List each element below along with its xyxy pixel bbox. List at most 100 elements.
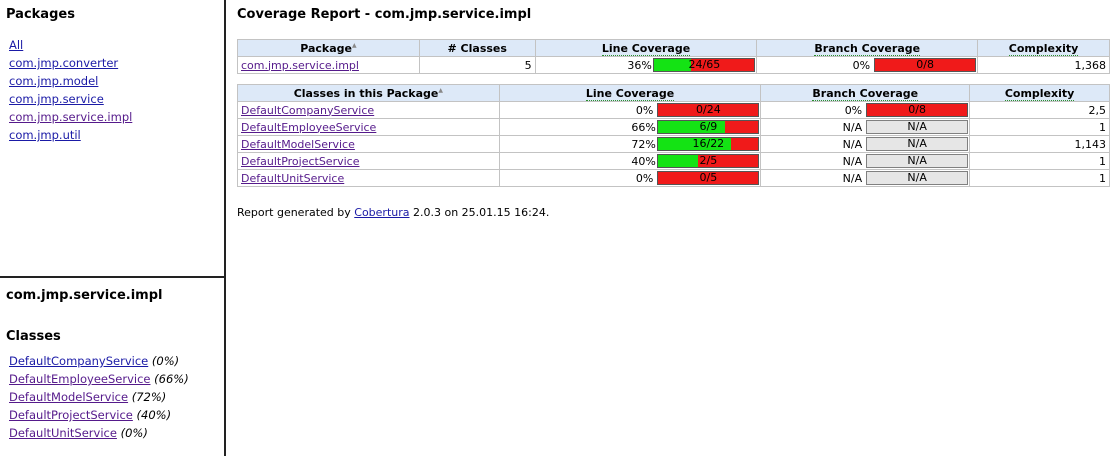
packages-title: Packages (6, 7, 75, 22)
table-row: DefaultCompanyService 0% 0/24 0% 0/8 2,5 (237, 101, 1110, 119)
class-coverage-pct: (66%) (154, 372, 189, 386)
package-link-service[interactable]: com.jmp.service (9, 90, 224, 108)
header-label: Classes in this Package (293, 86, 439, 100)
classes-title: Classes (6, 329, 61, 344)
packages-frame: Packages All com.jmp.converter com.jmp.m… (0, 0, 226, 276)
branch-coverage-cell: N/A N/A (760, 152, 971, 170)
col-header-branch-coverage[interactable]: Branch Coverage (756, 39, 979, 57)
class-link[interactable]: DefaultCompanyService (241, 104, 374, 117)
coverage-label: 24/65 (688, 58, 721, 71)
footer-suffix: 2.0.3 on 25.01.15 16:24. (409, 206, 550, 219)
table-row: DefaultProjectService 40% 2/5 N/A N/A 1 (237, 152, 1110, 170)
col-header-package[interactable]: Package▲ (237, 39, 420, 57)
coverage-label: 0/8 (908, 103, 926, 116)
cobertura-link[interactable]: Cobertura (354, 206, 409, 219)
package-link-model[interactable]: com.jmp.model (9, 72, 224, 90)
package-link[interactable]: com.jmp.service.impl (241, 59, 359, 72)
class-list-item: DefaultModelService (72%) (9, 388, 224, 406)
line-coverage-bar: 0/24 (657, 103, 760, 117)
table-row: DefaultModelService 72% 16/22 N/A N/A 1,143 (237, 135, 1110, 153)
line-coverage-pct: 72% (631, 137, 656, 151)
footer-prefix: Report generated by (237, 206, 355, 219)
branch-coverage-bar: 0/8 (874, 58, 977, 72)
line-coverage-cell: 72% 16/22 (498, 135, 762, 153)
package-link-converter[interactable]: com.jmp.converter (9, 54, 224, 72)
col-header-complexity[interactable]: Complexity (977, 39, 1110, 57)
col-header-classes[interactable]: # Classes (418, 39, 536, 57)
line-coverage-bar: 16/22 (657, 137, 760, 151)
class-link[interactable]: DefaultCompanyService (9, 354, 148, 368)
package-list: All com.jmp.converter com.jmp.model com.… (9, 36, 224, 144)
branch-coverage-bar: N/A (866, 171, 969, 185)
complexity-value: 1 (969, 152, 1110, 170)
branch-coverage-bar: N/A (866, 120, 969, 134)
classes-count: 5 (418, 56, 536, 74)
class-list-item: DefaultProjectService (40%) (9, 406, 224, 424)
col-header-complexity[interactable]: Complexity (969, 84, 1110, 102)
line-coverage-bar: 24/65 (653, 58, 756, 72)
branch-coverage-bar: 0/8 (866, 103, 969, 117)
class-link[interactable]: DefaultEmployeeService (9, 372, 150, 386)
package-link-service-impl[interactable]: com.jmp.service.impl (9, 108, 224, 126)
line-coverage-bar: 0/5 (657, 171, 760, 185)
complexity-value: 1,143 (969, 135, 1110, 153)
coverage-label: 6/9 (699, 120, 718, 133)
package-link-all[interactable]: All (9, 36, 224, 54)
branch-coverage-pct: N/A (842, 171, 863, 185)
sort-indicator-icon: ▲ (352, 41, 357, 49)
class-coverage-pct: (0%) (151, 354, 180, 368)
class-link[interactable]: DefaultEmployeeService (241, 121, 376, 134)
class-list-item: DefaultCompanyService (0%) (9, 352, 224, 370)
line-coverage-pct: 0% (635, 103, 654, 117)
class-link[interactable]: DefaultModelService (241, 138, 355, 151)
package-name-cell: com.jmp.service.impl (237, 56, 420, 74)
line-coverage-bar: 2/5 (657, 154, 760, 168)
coverage-label: N/A (907, 171, 927, 184)
branch-coverage-pct: N/A (842, 154, 863, 168)
branch-coverage-cell: 0% 0/8 (756, 56, 979, 74)
branch-coverage-pct: 0% (852, 58, 871, 72)
line-coverage-pct: 0% (635, 171, 654, 185)
col-header-line-coverage[interactable]: Line Coverage (498, 84, 762, 102)
package-link-util[interactable]: com.jmp.util (9, 126, 224, 144)
table-header-row: Package▲ # Classes Line Coverage Branch … (237, 39, 1110, 57)
branch-coverage-pct: N/A (842, 120, 863, 134)
table-header-row: Classes in this Package▲ Line Coverage B… (237, 84, 1110, 102)
line-coverage-cell: 36% 24/65 (534, 56, 758, 74)
classes-package-title: com.jmp.service.impl (6, 288, 163, 303)
branch-coverage-pct: 0% (844, 103, 863, 117)
branch-coverage-pct: N/A (842, 137, 863, 151)
class-coverage-pct: (0%) (120, 426, 148, 440)
coverage-label: 0/8 (916, 58, 934, 71)
class-link[interactable]: DefaultUnitService (241, 172, 344, 185)
col-header-classes-in-package[interactable]: Classes in this Package▲ (237, 84, 500, 102)
class-link[interactable]: DefaultModelService (9, 390, 128, 404)
coverage-label: N/A (907, 154, 927, 167)
line-coverage-cell: 66% 6/9 (498, 118, 762, 136)
line-coverage-pct: 36% (627, 58, 652, 72)
sort-indicator-icon: ▲ (438, 86, 443, 94)
coverage-label: 2/5 (699, 154, 718, 167)
complexity-value: 1,368 (977, 56, 1110, 74)
complexity-value: 1 (969, 169, 1110, 187)
line-coverage-cell: 0% 0/24 (498, 101, 762, 119)
class-name-cell: DefaultProjectService (237, 152, 500, 170)
main-frame: Coverage Report - com.jmp.service.impl P… (230, 0, 1113, 456)
class-coverage-pct: (72%) (131, 390, 167, 404)
branch-coverage-bar: N/A (866, 154, 969, 168)
table-row: com.jmp.service.impl 5 36% 24/65 0% 0/8 … (237, 56, 1110, 74)
complexity-value: 1 (969, 118, 1110, 136)
coverage-label: 0/24 (695, 103, 721, 116)
coverage-label: N/A (907, 137, 927, 150)
class-link[interactable]: DefaultProjectService (241, 155, 359, 168)
coverage-label: 0/5 (699, 171, 718, 184)
col-header-branch-coverage[interactable]: Branch Coverage (760, 84, 971, 102)
col-header-line-coverage[interactable]: Line Coverage (534, 39, 758, 57)
report-footer: Report generated by Cobertura 2.0.3 on 2… (237, 206, 549, 219)
line-coverage-pct: 40% (631, 154, 656, 168)
class-link[interactable]: DefaultUnitService (9, 426, 117, 440)
class-name-cell: DefaultCompanyService (237, 101, 500, 119)
branch-coverage-cell: N/A N/A (760, 118, 971, 136)
package-summary-table: Package▲ # Classes Line Coverage Branch … (237, 39, 1110, 74)
class-link[interactable]: DefaultProjectService (9, 408, 133, 422)
